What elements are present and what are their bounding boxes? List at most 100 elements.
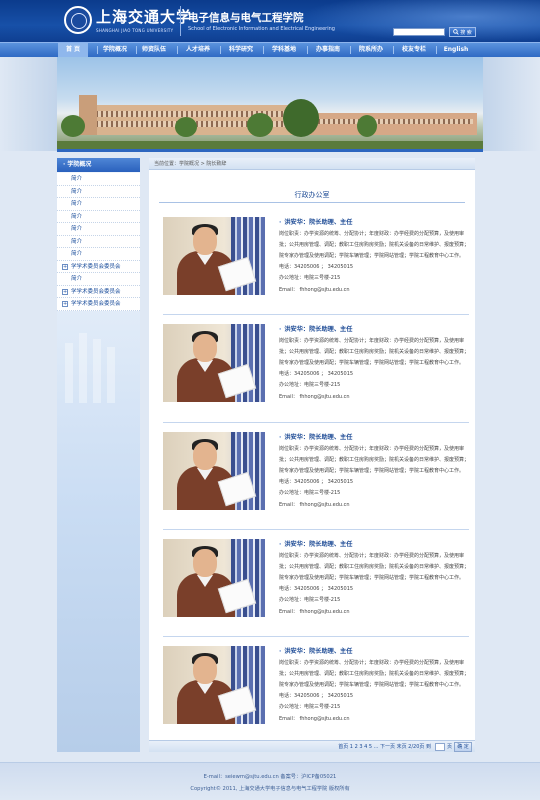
staff-info: · 洪安华：院长助理、主任 岗位职责：办学资源的统筹、分配协计；年度财政：办学经费… [279,324,469,403]
staff-phone: 电话：34205006 ； 34205015 [279,371,354,377]
search-input[interactable] [393,28,445,36]
staff-card: · 洪安华：院长助理、主任 岗位职责：办学资源的统筹、分配协计；年度财政：办学经费… [163,217,469,321]
bullet-icon: · [279,219,282,226]
nav-item-home[interactable]: 首 页 [58,43,88,57]
bullet-icon: · [279,648,282,655]
nav-item-disciplines[interactable]: 学科基地 [264,43,304,57]
nav-item-education[interactable]: 人才培养 [178,43,218,57]
sidebar-item-intro[interactable]: 简介 [57,185,140,198]
search-button-label: 搜 索 [460,29,472,36]
bullet-icon: · [279,434,282,441]
staff-photo [163,217,265,295]
staff-name-text: 洪安华：院长助理、主任 [284,434,353,441]
expand-plus-icon[interactable]: + [62,288,68,295]
staff-photo [163,432,265,510]
sidebar-item-label: 简介 [71,176,83,182]
nav-item-english[interactable]: English [437,43,475,57]
staff-office: 办公地址：电院三号楼-215 [279,490,341,497]
sidebar-item-intro[interactable]: 简介 [57,235,140,248]
sidebar-item-intro[interactable]: 简介 [57,198,140,211]
nav-item-guide[interactable]: 办事指南 [308,43,348,57]
sidebar-item-label: 简介 [71,201,83,207]
sidebar-item-label: 简介 [71,226,83,232]
sidebar-item-intro[interactable]: 简介 [57,248,140,261]
page-number-input[interactable] [435,743,445,751]
card-divider [163,314,469,315]
main-content: 当前位置：学院概况 > 院长致辞 行政办公室 · 洪安华：院长助理、主任 岗位职责… [149,158,475,752]
sidebar: · 学院概况 简介 简介 简介 简介 简介 简介 简介 + 学学术委员会委员会 简… [57,158,140,752]
sidebar-item-label: 简介 [71,276,83,282]
banner-side-left [0,57,57,151]
sidebar-item-label: 简介 [71,213,83,220]
staff-email[interactable]: Email： fhhong@sjtu.edu.cn [279,392,469,403]
nav-item-alumni[interactable]: 校友专栏 [394,43,434,57]
staff-name: · 洪安华：院长助理、主任 [279,432,469,444]
pagination-bar: 首页 1 2 3 4 5 ... 下一页 末页 2/20页 到 页 确 定 [149,740,475,752]
staff-email[interactable]: Email： fhhong@sjtu.edu.cn [279,500,469,511]
staff-photo [163,539,265,617]
university-seal-logo[interactable] [64,6,92,34]
staff-email[interactable]: Email： fhhong@sjtu.edu.cn [279,285,469,296]
staff-name: · 洪安华：院长助理、主任 [279,539,469,551]
sidebar-item-committee[interactable]: + 学学术委员会委员会 [57,260,140,273]
sidebar-item-intro[interactable]: 简介 [57,273,140,286]
title-divider [159,202,465,203]
footer-copyright: Copyright© 2011, 上海交通大学电子信息与电气工程学院 版权所有 [190,786,350,792]
card-divider [163,636,469,637]
sidebar-item-committee[interactable]: + 学学术委员会委员会 [57,285,140,298]
sidebar-title-label: 学院概况 [67,161,92,168]
expand-plus-icon[interactable]: + [62,301,68,307]
staff-name: · 洪安华：院长助理、主任 [279,217,469,229]
staff-name-text: 洪安华：院长助理、主任 [284,648,353,655]
school-name-cn: 电子信息与电气工程学院 [188,12,304,24]
banner-side-right [483,57,540,151]
staff-name-text: 洪安华：院长助理、主任 [284,219,353,226]
staff-email[interactable]: Email： fhhong@sjtu.edu.cn [279,607,469,618]
search-icon [453,29,459,35]
staff-info: · 洪安华：院长助理、主任 岗位职责：办学资源的统筹、分配协计；年度财政：办学经费… [279,646,469,725]
sidebar-item-label: 简介 [71,251,83,257]
staff-phone: 电话：34205006 ； 34205015 [279,264,354,270]
page-go-button[interactable]: 确 定 [454,742,472,752]
site-footer: E-mail：seiewm@sjtu.edu.cn 备案号：沪ICP备05021… [0,762,540,800]
card-divider [163,529,469,530]
sidebar-watermark-graphic [65,333,125,413]
sidebar-title: · 学院概况 [57,158,140,172]
expand-plus-icon[interactable]: + [62,263,68,270]
staff-card: · 洪安华：院长助理、主任 岗位职责：办学资源的统筹、分配协计；年度财政：办学经费… [163,324,469,428]
card-divider [163,422,469,423]
pagination-links[interactable]: 首页 1 2 3 4 5 ... 下一页 末页 2/20页 到 [338,741,431,753]
school-name-en: School of Electronic Information and Ele… [188,26,335,32]
sidebar-item-intro[interactable]: 简介 [57,210,140,223]
staff-office: 办公地址：电院三号楼-215 [279,275,341,282]
staff-name-text: 洪安华：院长助理、主任 [284,541,353,548]
staff-office: 办公地址：电院三号楼-215 [279,382,341,389]
search-button[interactable]: 搜 索 [449,27,476,37]
nav-item-faculty[interactable]: 师资队伍 [137,43,171,57]
sidebar-item-intro[interactable]: 简介 [57,173,140,186]
staff-name-text: 洪安华：院长助理、主任 [284,326,353,333]
staff-email[interactable]: Email： fhhong@sjtu.edu.cn [279,714,469,725]
staff-phone: 电话：34205006 ； 34205015 [279,479,354,485]
nav-item-research[interactable]: 科学研究 [221,43,261,57]
sidebar-item-intro[interactable]: 简介 [57,223,140,236]
staff-duty: 岗位职责：办学资源的统筹、分配协计；年度财政：办学经费的分配预算，及使用审批；公… [279,338,470,366]
nav-item-departments[interactable]: 院系所办 [351,43,391,57]
sidebar-item-label: 简介 [71,188,83,195]
campus-banner-image [57,57,483,151]
bullet-icon: · [279,326,282,333]
sidebar-item-committee[interactable]: + 学学术委员会委员会 [57,298,140,311]
site-header: 上海交通大学 SHANGHAI JIAO TONG UNIVERSITY 电子信… [0,0,540,42]
nav-item-about[interactable]: 学院概况 [98,43,132,57]
page-suffix: 页 [447,744,453,750]
staff-office: 办公地址：电院三号楼-215 [279,597,341,604]
university-name-en: SHANGHAI JIAO TONG UNIVERSITY [96,28,174,33]
staff-phone: 电话：34205006 ； 34205015 [279,693,354,699]
logo-divider [180,6,181,36]
staff-photo [163,646,265,724]
staff-duty: 岗位职责：办学资源的统筹、分配协计；年度财政：办学经费的分配预算，及使用审批；公… [279,553,470,581]
staff-duty: 岗位职责：办学资源的统筹、分配协计；年度财政：办学经费的分配预算，及使用审批；公… [279,660,470,688]
staff-phone: 电话：34205006 ； 34205015 [279,586,354,592]
staff-duty: 岗位职责：办学资源的统筹、分配协计；年度财政：办学经费的分配预算，及使用审批；公… [279,446,470,474]
sidebar-item-label: 学学术委员会委员会 [71,288,121,295]
